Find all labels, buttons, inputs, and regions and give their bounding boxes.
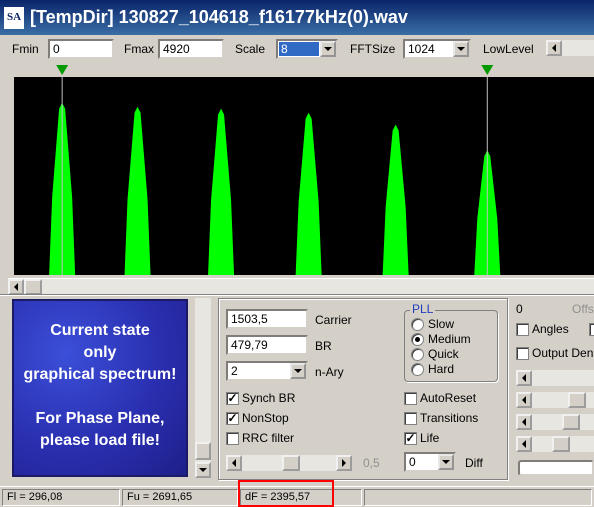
chevron-down-icon[interactable] <box>290 363 306 379</box>
life-checkbox[interactable]: ✓ <box>404 432 417 445</box>
scroll-left-icon[interactable] <box>546 40 562 56</box>
status-empty <box>364 489 592 506</box>
slider-value: 0,5 <box>363 456 380 470</box>
nary-label: n-Ary <box>315 365 344 379</box>
fftsize-value: 1024 <box>408 42 435 56</box>
nonstop-label: NonStop <box>242 411 289 425</box>
state-line: For Phase Plane, <box>35 410 165 427</box>
right-slider-1[interactable] <box>516 370 594 386</box>
autoreset-label: AutoReset <box>420 391 477 405</box>
fmin-label: Fmin <box>12 42 39 56</box>
transitions-checkbox[interactable] <box>404 412 417 425</box>
pll-hard-radio[interactable] <box>411 363 424 376</box>
fmin-input[interactable]: 0 <box>48 39 114 59</box>
app-icon: SA <box>4 6 24 29</box>
scroll-left-icon[interactable] <box>516 414 532 430</box>
carrier-input[interactable]: 1503,5 <box>226 309 308 329</box>
fmax-label: Fmax <box>124 42 154 56</box>
diff-select[interactable]: 0 <box>404 452 456 472</box>
scroll-left-icon[interactable] <box>516 370 532 386</box>
transitions-label: Transitions <box>420 411 479 425</box>
chevron-down-icon[interactable] <box>453 41 469 57</box>
fftsize-select[interactable]: 1024 <box>403 39 471 59</box>
rrc-filter-checkbox[interactable] <box>226 432 239 445</box>
offset-value: 0 <box>516 302 523 316</box>
life-label: Life <box>420 431 440 445</box>
autoreset-checkbox[interactable] <box>404 392 417 405</box>
progress-bar <box>518 460 594 476</box>
title-bar: SA [TempDir] 130827_104618_f16177kHz(0).… <box>0 0 594 35</box>
pll-medium-label: Medium <box>428 332 471 346</box>
slider-thumb[interactable] <box>562 414 580 430</box>
angles-extra-checkbox[interactable] <box>589 323 594 336</box>
spectrum-plot[interactable] <box>8 63 594 278</box>
scroll-left-icon[interactable] <box>226 455 242 471</box>
marker-handle-left[interactable] <box>56 65 69 75</box>
scroll-left-icon[interactable] <box>516 392 532 408</box>
vertical-scrollbar[interactable] <box>195 298 211 478</box>
scroll-thumb[interactable] <box>195 442 211 460</box>
lowlevel-label: LowLevel <box>483 42 534 56</box>
pll-hard-label: Hard <box>428 362 455 376</box>
spectrum-view[interactable] <box>8 63 594 278</box>
right-slider-2[interactable] <box>516 392 594 408</box>
carrier-label: Carrier <box>315 313 352 327</box>
output-den-checkbox[interactable] <box>516 347 529 360</box>
status-fl: Fl = 296,08 <box>2 489 120 506</box>
state-line: graphical spectrum! <box>23 366 177 383</box>
spectrum-scrollbar[interactable] <box>8 278 594 295</box>
status-fu: Fu = 2691,65 <box>122 489 238 506</box>
pll-quick-label: Quick <box>428 347 459 361</box>
angles-checkbox[interactable] <box>516 323 529 336</box>
pll-medium-radio[interactable] <box>411 333 424 346</box>
slider-thumb[interactable] <box>282 455 300 471</box>
diff-value: 0 <box>409 455 416 469</box>
scale-select[interactable]: 8 <box>276 39 338 59</box>
pll-quick-radio[interactable] <box>411 348 424 361</box>
bandwidth-slider[interactable] <box>226 455 352 471</box>
scroll-thumb[interactable] <box>24 278 42 295</box>
pll-title: PLL <box>410 302 436 316</box>
fftsize-label: FFTSize <box>350 42 396 56</box>
chevron-down-icon[interactable] <box>320 41 336 57</box>
nary-value: 2 <box>231 364 238 378</box>
pll-slow-radio[interactable] <box>411 318 424 331</box>
scroll-down-icon[interactable] <box>195 462 211 478</box>
br-label: BR <box>315 339 332 353</box>
state-panel: Current state only graphical spectrum! F… <box>12 299 188 477</box>
scale-value: 8 <box>279 42 319 56</box>
scroll-left-icon[interactable] <box>8 278 24 295</box>
slider-thumb[interactable] <box>568 392 586 408</box>
synch-br-label: Synch BR <box>242 391 296 405</box>
marker-handle-right[interactable] <box>481 65 494 75</box>
chevron-down-icon[interactable] <box>438 454 454 470</box>
rrc-filter-label: RRC filter <box>242 431 295 445</box>
scroll-left-icon[interactable] <box>516 436 532 452</box>
fmax-input[interactable]: 4920 <box>158 39 224 59</box>
toolbar: Fmin 0 Fmax 4920 Scale 8 FFTSize 1024 Lo… <box>0 35 594 63</box>
state-line: only <box>83 344 117 361</box>
df-highlight <box>238 480 334 507</box>
lowlevel-slider[interactable] <box>546 40 594 56</box>
divider <box>0 294 594 296</box>
output-den-label: Output Den <box>532 346 594 360</box>
state-line: Current state <box>50 322 150 339</box>
br-input[interactable]: 479,79 <box>226 335 308 355</box>
right-slider-3[interactable] <box>516 414 594 430</box>
offset-label: Offs <box>572 302 594 316</box>
right-slider-4[interactable] <box>516 436 594 452</box>
scale-label: Scale <box>235 42 266 56</box>
diff-label: Diff <box>465 456 483 470</box>
window-title: [TempDir] 130827_104618_f16177kHz(0).wav <box>30 7 408 27</box>
slider-thumb[interactable] <box>552 436 570 452</box>
angles-label: Angles <box>532 322 569 336</box>
nonstop-checkbox[interactable]: ✓ <box>226 412 239 425</box>
scroll-right-icon[interactable] <box>336 455 352 471</box>
pll-slow-label: Slow <box>428 317 455 331</box>
state-line: please load file! <box>39 432 161 449</box>
nary-select[interactable]: 2 <box>226 361 308 381</box>
synch-br-checkbox[interactable]: ✓ <box>226 392 239 405</box>
